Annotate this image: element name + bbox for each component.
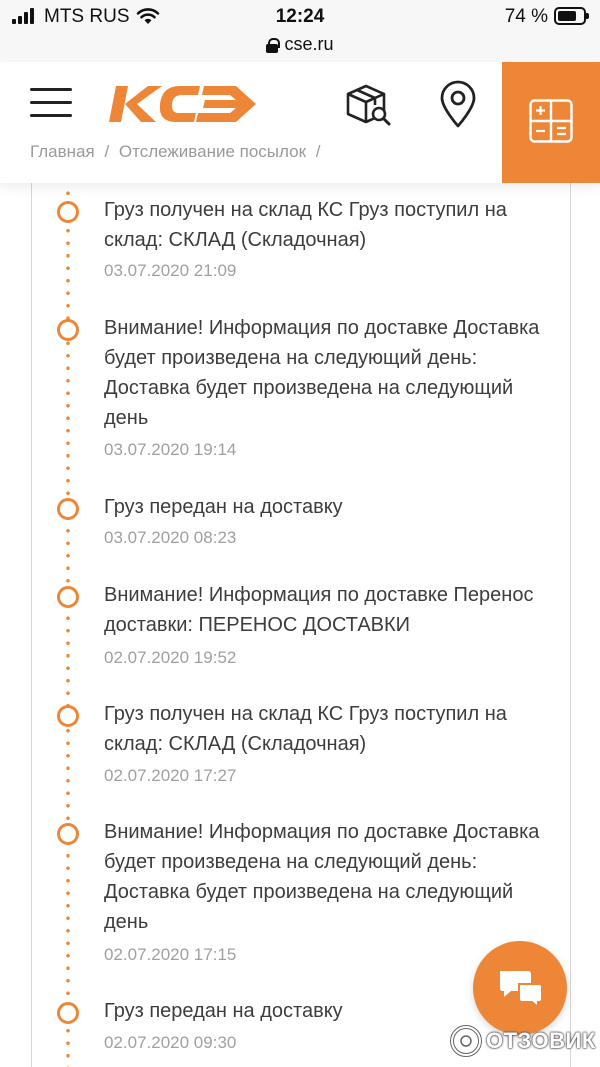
timeline-marker-icon: [57, 498, 79, 520]
event-date: 02.07.2020 17:15: [104, 945, 237, 964]
event-date: 03.07.2020 21:09: [104, 261, 237, 280]
otzovik-logo-icon: [450, 1025, 482, 1057]
parcel-search-icon[interactable]: [344, 80, 392, 128]
breadcrumb: Главная / Отслеживание посылок /: [30, 142, 326, 162]
event-date: 02.07.2020 19:52: [104, 648, 237, 667]
status-bar: MTS RUS 12:24 74 %: [0, 0, 600, 34]
timeline-marker-icon: [57, 1002, 79, 1024]
event-description: Груз получен на склад КС Груз поступил н…: [104, 199, 507, 251]
breadcrumb-tracking-link[interactable]: Отслеживание посылок: [119, 142, 306, 161]
breadcrumb-home-link[interactable]: Главная: [30, 142, 95, 161]
timeline-marker-icon: [57, 201, 79, 223]
timeline-marker-icon: [57, 823, 79, 845]
event-date: 02.07.2020 09:30: [104, 1033, 237, 1052]
panel-border-left: [31, 183, 32, 1067]
battery-icon: [554, 7, 589, 25]
event-date: 03.07.2020 08:23: [104, 528, 237, 547]
chat-bubbles-icon: [500, 971, 543, 1008]
event-description: Груз получен на склад КС Груз поступил н…: [104, 703, 507, 755]
tracking-timeline: Груз получен на склад КС Груз поступил н…: [0, 183, 600, 1067]
calculator-button[interactable]: [502, 62, 600, 183]
breadcrumb-separator: /: [315, 142, 321, 161]
url-text[interactable]: cse.ru: [284, 34, 333, 55]
timeline-marker-icon: [57, 705, 79, 727]
battery-percent: 74 %: [504, 6, 548, 27]
event-description: Внимание! Информация по доставке Перенос…: [104, 584, 534, 636]
event-date: 02.07.2020 17:27: [104, 766, 237, 785]
watermark-text: ОТЗОВИК: [486, 1028, 596, 1053]
site-header: Главная / Отслеживание посылок /: [0, 62, 600, 183]
event-description: Внимание! Информация по доставке Доставк…: [104, 821, 540, 933]
map-pin-icon[interactable]: [438, 80, 478, 128]
calculator-icon: [529, 99, 573, 143]
timeline-marker-icon: [57, 319, 79, 341]
lock-icon: [266, 37, 281, 53]
breadcrumb-separator: /: [104, 142, 110, 161]
timeline-marker-icon: [57, 586, 79, 608]
cse-logo[interactable]: [108, 82, 258, 126]
event-description: Груз передан на доставку: [104, 496, 343, 518]
url-bar[interactable]: cse.ru: [0, 34, 600, 62]
panel-border-right: [570, 183, 571, 1067]
otzovik-watermark: ОТЗОВИК: [450, 1023, 596, 1059]
menu-icon[interactable]: [30, 86, 72, 120]
event-date: 03.07.2020 19:14: [104, 440, 237, 459]
chat-button[interactable]: [473, 941, 567, 1035]
event-description: Внимание! Информация по доставке Доставк…: [104, 317, 540, 429]
